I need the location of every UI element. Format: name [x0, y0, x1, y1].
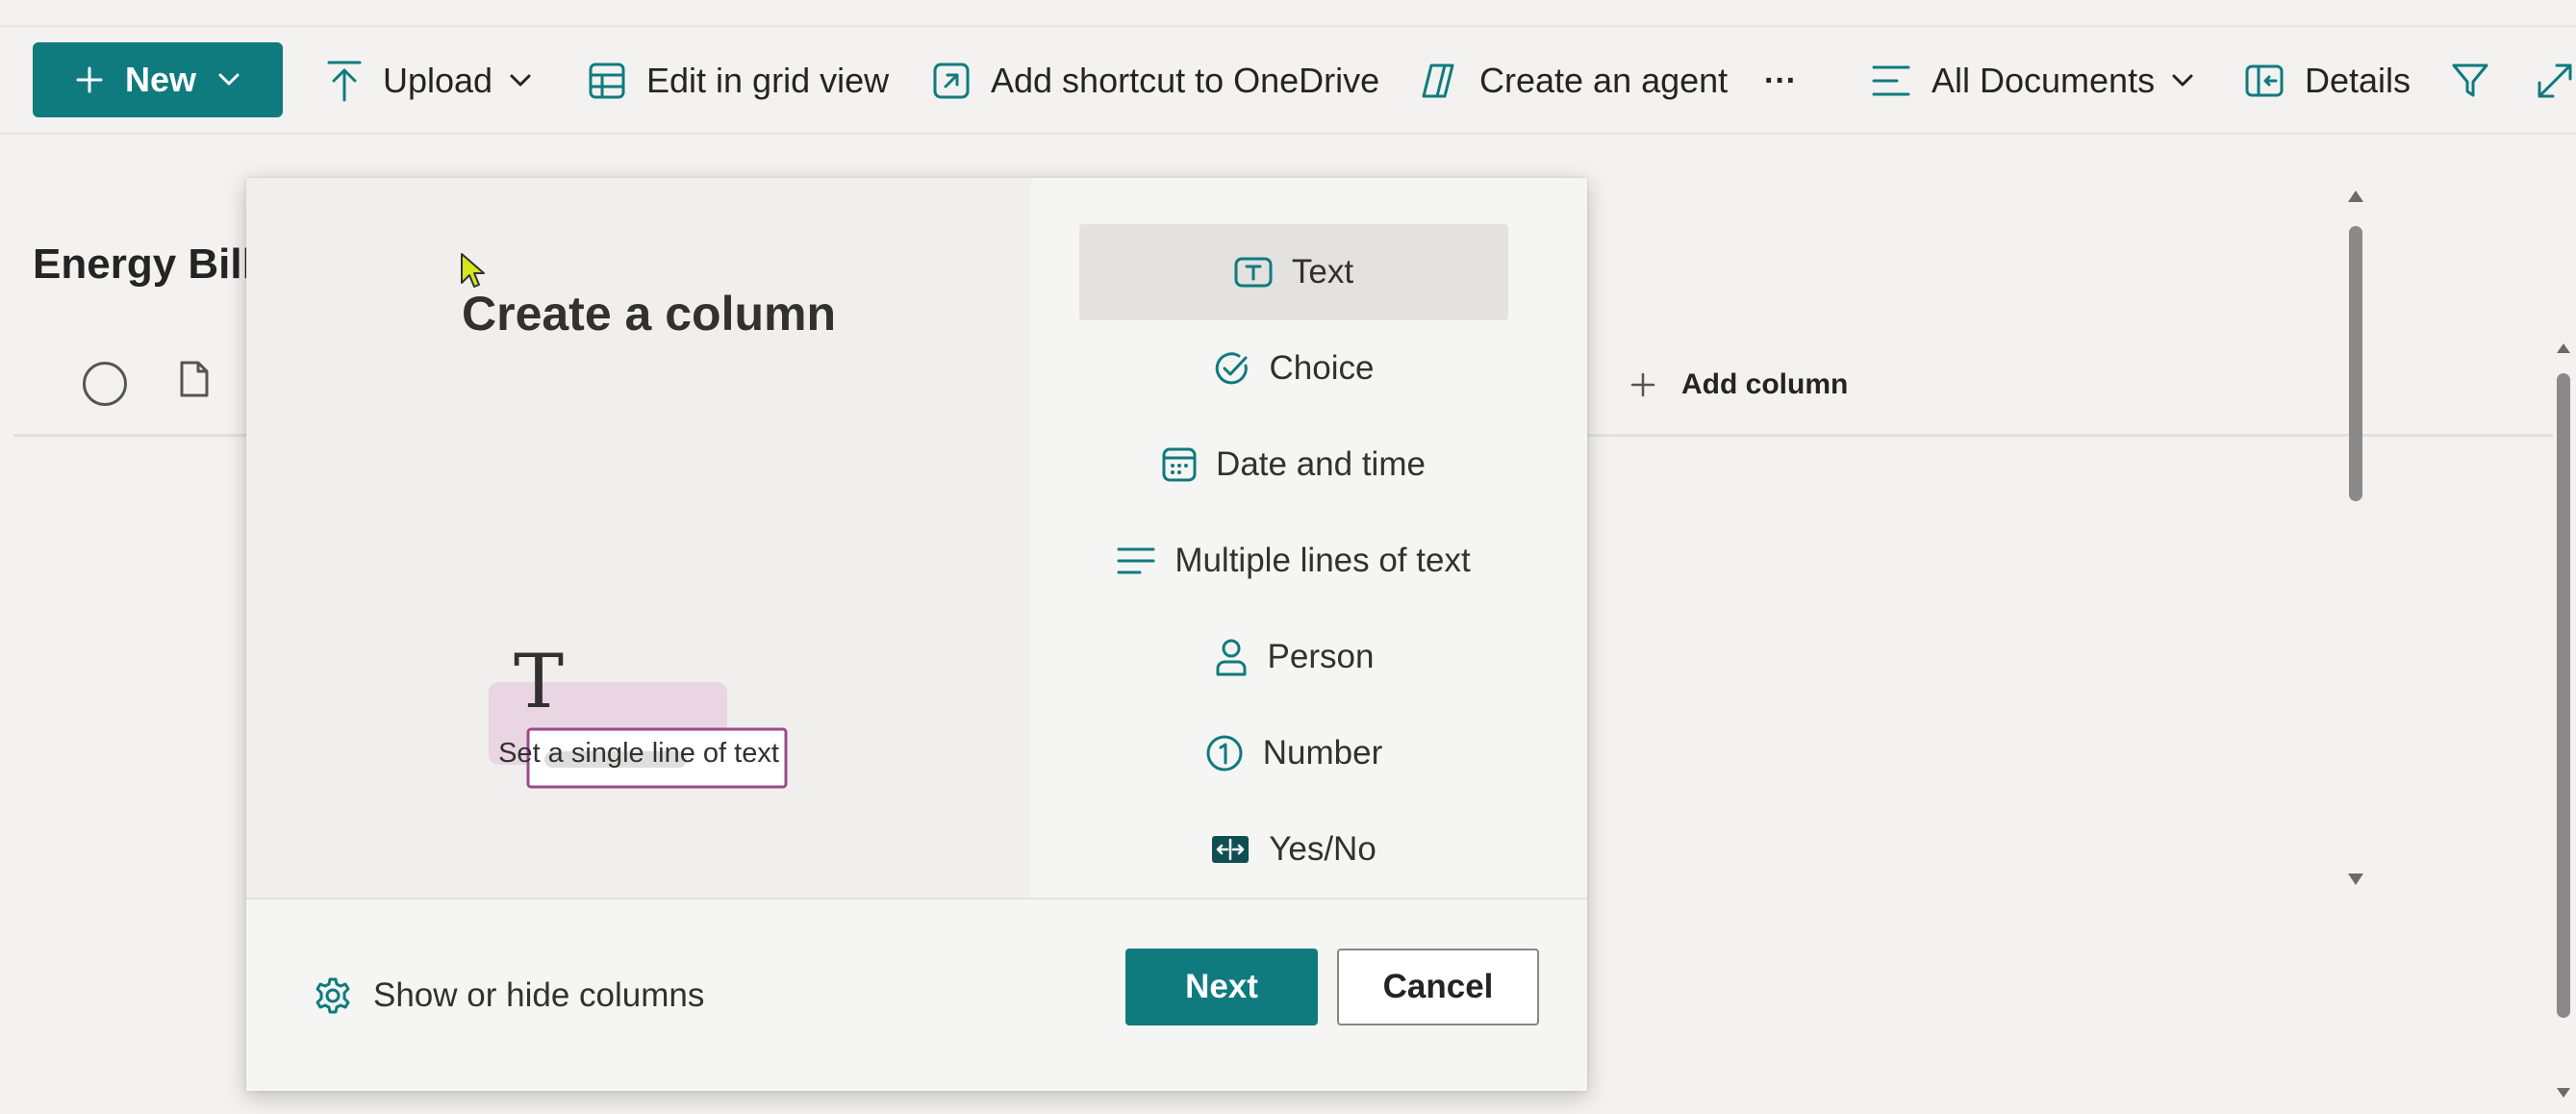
scroll-up-arrow-icon[interactable]	[2556, 342, 2571, 354]
add-shortcut-button[interactable]: Add shortcut to OneDrive	[933, 27, 1379, 135]
type-option-number[interactable]: Number	[1079, 705, 1508, 801]
column-type-list: Text Choice Date and time Multiple lines…	[1079, 224, 1508, 898]
type-option-multiple-lines[interactable]: Multiple lines of text	[1079, 513, 1508, 609]
details-button[interactable]: Details	[2245, 27, 2411, 135]
add-column-label: Add column	[1681, 367, 1849, 400]
column-type-description: Set a single line of text	[498, 738, 779, 769]
grid-icon	[589, 63, 625, 99]
type-option-date-time[interactable]: Date and time	[1079, 417, 1508, 513]
view-switcher[interactable]: All Documents	[1872, 27, 2193, 135]
chevron-down-icon	[2172, 74, 2193, 87]
upload-label: Upload	[383, 61, 493, 100]
more-label: ···	[1764, 62, 1797, 99]
person-icon	[1216, 639, 1247, 676]
type-option-label: Multiple lines of text	[1174, 542, 1471, 579]
dialog-preview-pane: Create a column T Set a single line of t…	[246, 178, 1031, 898]
type-option-text[interactable]: Text	[1079, 224, 1508, 320]
scroll-down-arrow-icon[interactable]	[2347, 873, 2364, 886]
choice-check-icon	[1215, 352, 1248, 385]
show-hide-label: Show or hide columns	[373, 976, 705, 1014]
view-lines-icon	[1872, 65, 1910, 96]
type-option-person[interactable]: Person	[1079, 609, 1508, 705]
select-all-checkbox[interactable]	[83, 362, 127, 406]
calendar-icon	[1162, 447, 1197, 482]
shortcut-icon	[933, 63, 970, 99]
next-button[interactable]: Next	[1125, 949, 1318, 1025]
expand-icon	[2538, 63, 2572, 98]
multiline-text-icon	[1117, 547, 1155, 574]
gear-icon	[316, 977, 350, 1014]
command-bar: New Upload Edit in grid view Add shortcu…	[0, 27, 2576, 135]
create-agent-label: Create an agent	[1479, 61, 1729, 100]
dialog-footer: Show or hide columns Next Cancel	[246, 898, 1587, 1091]
library-title: Energy Bills	[33, 241, 278, 288]
create-agent-button[interactable]: Create an agent	[1418, 27, 1728, 135]
scroll-up-arrow-icon[interactable]	[2347, 190, 2364, 203]
yes-no-icon	[1212, 836, 1250, 863]
upload-button[interactable]: Upload	[327, 27, 531, 135]
add-shortcut-label: Add shortcut to OneDrive	[991, 61, 1380, 100]
scroll-down-arrow-icon[interactable]	[2556, 1087, 2571, 1099]
edit-grid-view-button[interactable]: Edit in grid view	[589, 27, 889, 135]
details-label: Details	[2305, 61, 2412, 100]
add-column-button[interactable]: Add column	[1629, 339, 1848, 430]
upload-icon	[327, 61, 362, 102]
type-option-choice[interactable]: Choice	[1079, 320, 1508, 417]
create-column-dialog: Create a column T Set a single line of t…	[246, 178, 2363, 1091]
view-label: All Documents	[1932, 61, 2156, 100]
type-option-yes-no[interactable]: Yes/No	[1079, 801, 1508, 898]
illustration-glyph: T	[514, 639, 564, 725]
number-icon	[1206, 735, 1243, 772]
page-scroll-thumb[interactable]	[2557, 373, 2570, 1018]
file-type-icon[interactable]	[179, 360, 210, 398]
new-button-label: New	[124, 60, 197, 99]
type-option-label: Date and time	[1216, 445, 1426, 483]
new-button[interactable]: New	[33, 42, 283, 117]
show-hide-columns-link[interactable]: Show or hide columns	[314, 976, 704, 1015]
type-option-label: Choice	[1269, 349, 1375, 387]
type-option-label: Person	[1267, 638, 1375, 675]
copilot-agent-icon	[1422, 63, 1454, 98]
plus-icon	[76, 66, 103, 93]
type-list-scrollbar[interactable]	[2345, 184, 2368, 886]
fullscreen-button[interactable]	[2536, 27, 2574, 135]
type-option-label: Yes/No	[1269, 830, 1376, 868]
type-option-label: Number	[1262, 734, 1383, 772]
filter-button[interactable]	[2451, 27, 2489, 135]
details-pane-icon	[2245, 64, 2284, 97]
mouse-cursor-icon	[461, 253, 485, 288]
more-button[interactable]: ···	[1764, 27, 1797, 135]
dialog-title: Create a column	[462, 287, 837, 341]
top-strip	[0, 0, 2576, 27]
edit-grid-label: Edit in grid view	[646, 61, 890, 100]
page-scrollbar[interactable]	[2551, 339, 2576, 1114]
cancel-button[interactable]: Cancel	[1337, 949, 1539, 1025]
chevron-down-icon	[510, 74, 531, 87]
plus-icon	[1630, 372, 1655, 396]
filter-icon	[2452, 63, 2488, 97]
type-list-scroll-thumb[interactable]	[2349, 226, 2362, 501]
text-type-icon	[1234, 257, 1273, 288]
type-option-label: Text	[1291, 253, 1354, 291]
chevron-down-icon	[218, 73, 240, 86]
